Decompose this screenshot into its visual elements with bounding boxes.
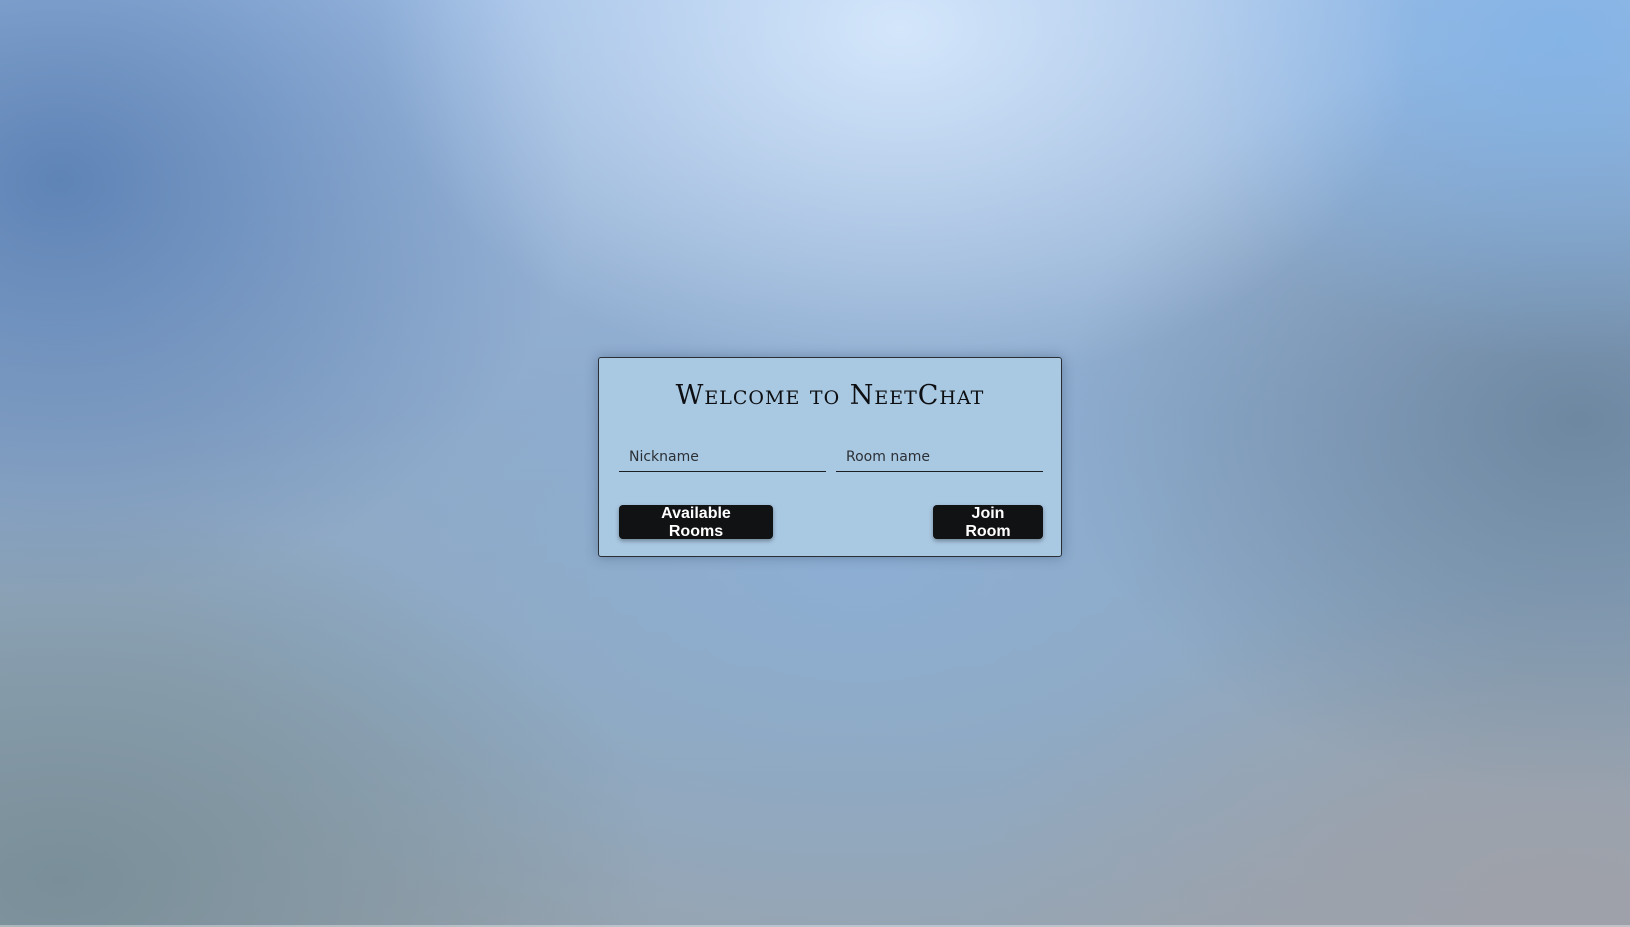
nickname-input[interactable] [619, 442, 826, 472]
join-room-button[interactable]: Join Room [933, 505, 1043, 540]
available-rooms-button[interactable]: Available Rooms [619, 505, 773, 540]
room-name-input[interactable] [836, 442, 1043, 472]
welcome-card: Welcome to NeetChat Available Rooms Join… [598, 357, 1062, 557]
page-title: Welcome to NeetChat [675, 380, 985, 411]
